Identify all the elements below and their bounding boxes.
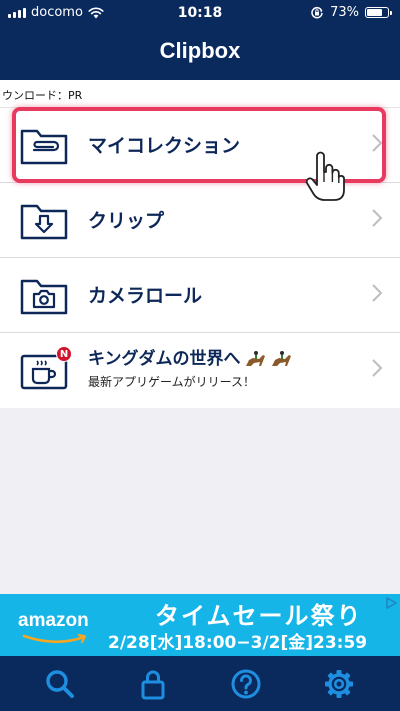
ad-banner[interactable]: amazon タイムセール祭り 2/28[水]18:00−3/2[金]23:59 <box>0 594 400 656</box>
help-icon <box>231 669 261 699</box>
horse-rider-icons <box>245 351 291 366</box>
menu-item-kingdom-game[interactable]: キングダムの世界へ 最新アプリゲームがリリース！ <box>0 333 400 408</box>
status-bar: docomo 10:18 73% <box>0 0 400 28</box>
menu-item-camera-roll[interactable]: カメラロール <box>0 258 400 333</box>
tab-search[interactable] <box>44 668 76 700</box>
hand-pointer-icon <box>305 151 345 201</box>
tab-help[interactable] <box>230 668 262 700</box>
menu-item-label: カメラロール <box>88 285 203 307</box>
lock-icon <box>141 670 165 700</box>
folder-download-icon <box>20 204 68 240</box>
adchoices-icon[interactable] <box>384 596 398 610</box>
chevron-right-icon <box>372 284 382 302</box>
battery-percent: 73% <box>330 5 359 20</box>
ad-brand-logo: amazon <box>18 610 89 631</box>
app-header: docomo 10:18 73% Clipbox <box>0 0 400 80</box>
tab-bar <box>0 656 400 711</box>
pr-ticker-text: ウンロード：PR <box>2 89 83 102</box>
battery-icon <box>365 7 392 18</box>
tab-lock[interactable] <box>137 668 169 700</box>
gear-icon <box>325 670 353 698</box>
menu-item-title: キングダムの世界へ <box>88 344 297 369</box>
orientation-lock-icon <box>311 6 323 18</box>
ad-title: タイムセール祭り <box>155 602 363 630</box>
amazon-smile-icon <box>22 633 87 644</box>
tab-settings[interactable] <box>323 668 355 700</box>
ad-date: 2/28[水]18:00−3/2[金]23:59 <box>108 633 368 653</box>
chevron-right-icon <box>372 359 382 377</box>
menu-item-subtitle: 最新アプリゲームがリリース！ <box>88 375 256 389</box>
search-icon <box>46 670 74 698</box>
menu-item-label: クリップ <box>88 210 165 232</box>
page-title: Clipbox <box>159 38 241 63</box>
pr-ticker[interactable]: ウンロード：PR <box>0 80 400 108</box>
status-right: 73% <box>310 5 392 20</box>
new-badge: N <box>56 346 72 362</box>
nav-bar: Clipbox <box>0 28 400 80</box>
chevron-right-icon <box>372 209 382 227</box>
folder-camera-icon <box>20 279 68 315</box>
